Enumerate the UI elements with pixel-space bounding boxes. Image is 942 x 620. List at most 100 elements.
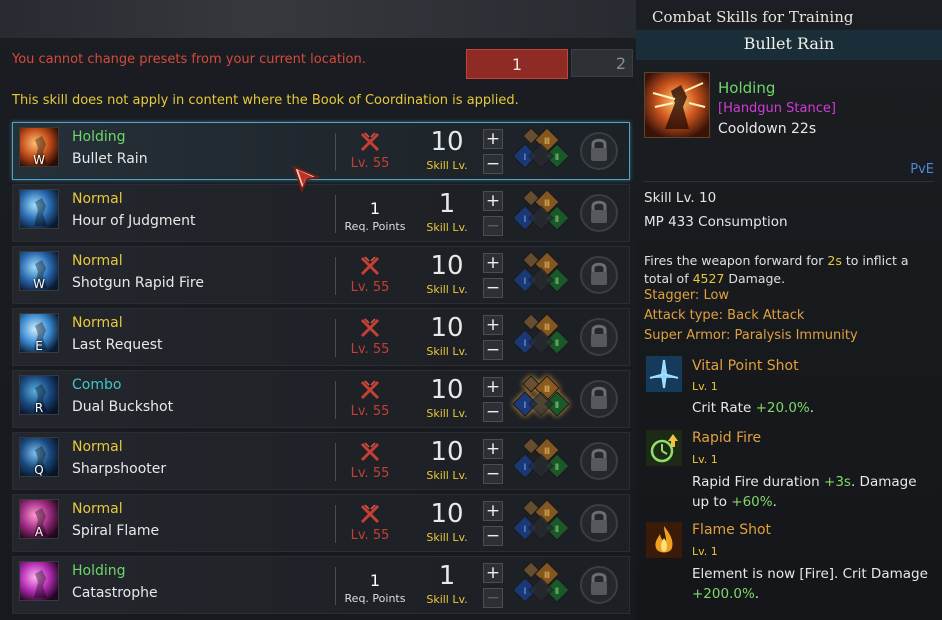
lock-icon[interactable] xyxy=(579,565,619,605)
svg-text:Ⅲ: Ⅲ xyxy=(544,261,550,271)
tripod-selector-icon[interactable]: Ⅲ Ⅰ Ⅱ xyxy=(509,126,575,178)
svg-text:Ⅰ: Ⅰ xyxy=(524,339,527,349)
lock-icon[interactable] xyxy=(579,503,619,543)
level-up-button[interactable]: + xyxy=(483,377,503,397)
skill-level-label: Skill Lv. xyxy=(426,469,468,482)
skill-level-label: Skill Lv. xyxy=(426,407,468,420)
tripod-1-level: Lv. 1 xyxy=(692,380,718,393)
tripod-1-desc: Crit Rate +20.0%. xyxy=(692,400,815,416)
skill-row[interactable]: Q Normal Sharpshooter Lv. 55 10 Skill Lv… xyxy=(12,432,630,490)
skill-name: Dual Buckshot xyxy=(72,399,174,415)
lock-icon[interactable] xyxy=(579,255,619,295)
skill-type: Holding xyxy=(72,563,126,579)
divider xyxy=(335,443,336,481)
title-strip xyxy=(0,0,636,38)
level-down-button[interactable]: − xyxy=(483,340,503,360)
lock-icon[interactable] xyxy=(579,379,619,419)
required-level: Lv. 55 xyxy=(350,466,390,481)
svg-text:Ⅰ: Ⅰ xyxy=(524,463,527,473)
level-down-button[interactable]: − xyxy=(483,402,503,422)
level-down-button[interactable]: − xyxy=(483,588,503,608)
tripod-1-name: Vital Point Shot xyxy=(692,358,799,374)
skill-row[interactable]: W Normal Shotgun Rapid Fire Lv. 55 10 Sk… xyxy=(12,246,630,304)
level-up-button[interactable]: + xyxy=(483,253,503,273)
skill-tooltip: Combat Skills for Training Bullet Rain H… xyxy=(636,0,942,620)
super-armor-attr: Super Armor: Paralysis Immunity xyxy=(644,328,858,343)
skill-row[interactable]: A Normal Spiral Flame Lv. 55 10 Skill Lv… xyxy=(12,494,630,552)
lock-icon[interactable] xyxy=(579,317,619,357)
skill-type: Normal xyxy=(72,501,123,517)
divider xyxy=(335,505,336,543)
svg-text:Ⅲ: Ⅲ xyxy=(544,509,550,519)
level-up-button[interactable]: + xyxy=(483,563,503,583)
preset-tab-1[interactable]: 1 xyxy=(466,49,568,79)
tripod-selector-icon[interactable]: Ⅲ Ⅰ Ⅱ xyxy=(509,498,575,550)
level-down-button[interactable]: − xyxy=(483,526,503,546)
tripod-2-desc: Rapid Fire duration +3s. Damage up to +6… xyxy=(692,474,917,510)
preset-warning: You cannot change presets from your curr… xyxy=(12,52,366,67)
level-down-button[interactable]: − xyxy=(483,464,503,484)
hotkey-label: Q xyxy=(34,463,44,477)
svg-text:Ⅱ: Ⅱ xyxy=(555,525,559,535)
level-locked-icon xyxy=(360,132,380,152)
svg-text:Ⅱ: Ⅱ xyxy=(555,153,559,163)
tripod-selector-icon[interactable]: Ⅲ Ⅰ Ⅱ xyxy=(509,250,575,302)
skill-level-value: 10 xyxy=(430,375,464,405)
svg-text:Ⅱ: Ⅱ xyxy=(555,401,559,411)
level-down-button[interactable]: − xyxy=(483,278,503,298)
svg-text:Ⅲ: Ⅲ xyxy=(544,199,550,209)
hotkey-label: W xyxy=(33,153,45,167)
hotkey-label: A xyxy=(34,525,44,539)
skill-row[interactable]: E Normal Last Request Lv. 55 10 Skill Lv… xyxy=(12,308,630,366)
skill-name: Hour of Judgment xyxy=(72,213,196,229)
lock-icon[interactable] xyxy=(579,193,619,233)
skill-name: Catastrophe xyxy=(72,585,158,601)
skill-level-value: 1 xyxy=(438,189,456,219)
tripod-selector-icon[interactable]: Ⅲ Ⅰ Ⅱ xyxy=(509,188,575,240)
skill-type: Holding xyxy=(72,129,126,145)
level-locked-icon xyxy=(360,442,380,462)
level-locked-icon xyxy=(360,380,380,400)
skill-icon xyxy=(19,561,59,601)
tripod-2-name: Rapid Fire xyxy=(692,430,762,446)
svg-text:Ⅱ: Ⅱ xyxy=(555,463,559,473)
level-down-button[interactable]: − xyxy=(483,154,503,174)
skill-name: Bullet Rain xyxy=(72,151,148,167)
skill-level-value: 10 xyxy=(430,251,464,281)
skill-row[interactable]: R Combo Dual Buckshot Lv. 55 10 Skill Lv… xyxy=(12,370,630,428)
lock-icon[interactable] xyxy=(579,441,619,481)
skill-level-label: Skill Lv. xyxy=(426,531,468,544)
tooltip-cooldown: Cooldown 22s xyxy=(718,121,817,137)
skill-level-label: Skill Lv. xyxy=(426,283,468,296)
required-level: Lv. 55 xyxy=(350,528,390,543)
level-locked-icon xyxy=(360,318,380,338)
tripod-selector-icon[interactable]: Ⅲ Ⅰ Ⅱ xyxy=(509,436,575,488)
level-up-button[interactable]: + xyxy=(483,439,503,459)
hotkey-label: R xyxy=(34,401,44,415)
tripod-selector-icon[interactable]: Ⅲ Ⅰ Ⅱ xyxy=(509,312,575,364)
level-up-button[interactable]: + xyxy=(483,315,503,335)
skill-icon xyxy=(19,189,59,229)
level-down-button[interactable]: − xyxy=(483,216,503,236)
skill-list-panel: You cannot change presets from your curr… xyxy=(0,0,636,620)
skill-row[interactable]: Holding Catastrophe 1 Req. Points 1 Skil… xyxy=(12,556,630,614)
lock-icon[interactable] xyxy=(579,131,619,171)
divider xyxy=(335,319,336,357)
level-up-button[interactable]: + xyxy=(483,191,503,211)
tooltip-description: Fires the weapon forward for 2s to infli… xyxy=(644,253,909,286)
preset-tab-2[interactable]: 2 xyxy=(571,49,633,77)
skill-type: Combo xyxy=(72,377,122,393)
tripod-selector-icon[interactable]: Ⅲ Ⅰ Ⅱ xyxy=(509,374,575,426)
tripod-selector-icon[interactable]: Ⅲ Ⅰ Ⅱ xyxy=(509,560,575,612)
skill-level-value: 10 xyxy=(430,313,464,343)
level-up-button[interactable]: + xyxy=(483,501,503,521)
cursor-icon xyxy=(292,165,322,193)
divider xyxy=(335,567,336,605)
divider xyxy=(335,195,336,233)
skill-level-value: 1 xyxy=(438,561,456,591)
svg-text:Ⅱ: Ⅱ xyxy=(555,277,559,287)
svg-text:Ⅲ: Ⅲ xyxy=(544,571,550,581)
level-up-button[interactable]: + xyxy=(483,129,503,149)
skill-type: Normal xyxy=(72,191,123,207)
skill-level-value: 10 xyxy=(430,499,464,529)
